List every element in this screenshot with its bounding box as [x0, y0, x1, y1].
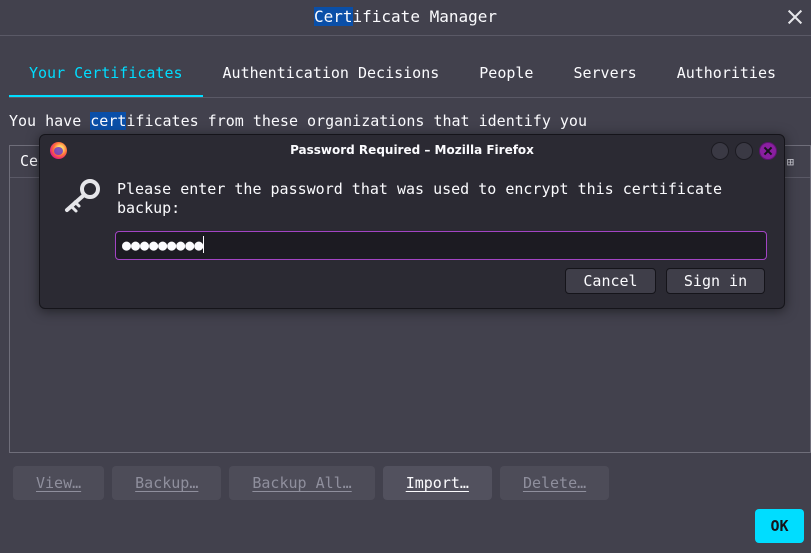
key-icon: [65, 179, 100, 213]
column-picker-icon[interactable]: ⊞: [787, 155, 794, 169]
maximize-button[interactable]: [735, 142, 753, 160]
sign-in-button[interactable]: Sign in: [666, 268, 765, 294]
minimize-button[interactable]: [711, 142, 729, 160]
view-button[interactable]: View…: [13, 466, 105, 500]
backup-all-button[interactable]: Backup All…: [229, 466, 375, 500]
column-header-certificate-name[interactable]: Ce: [20, 152, 38, 170]
delete-button[interactable]: Delete…: [499, 466, 610, 500]
dialog-close-button[interactable]: [759, 142, 777, 160]
text-caret: [203, 236, 205, 253]
tab-authorities[interactable]: Authorities: [657, 52, 796, 97]
certificate-actions: View… Backup… Backup All… Import… Delete…: [13, 466, 610, 500]
import-button[interactable]: Import…: [382, 466, 492, 500]
tab-divider: [9, 97, 811, 98]
window-title: Certificate Manager: [313, 7, 498, 26]
tab-authentication-decisions[interactable]: Authentication Decisions: [203, 52, 460, 97]
password-dialog: Password Required – Mozilla Firefox Plea…: [39, 134, 785, 309]
backup-button[interactable]: Backup…: [112, 466, 222, 500]
ok-button[interactable]: OK: [755, 509, 804, 543]
tab-servers[interactable]: Servers: [553, 52, 656, 97]
password-mask: ●●●●●●●●●: [122, 236, 204, 254]
title-search-highlight: Cert: [313, 7, 353, 26]
cancel-button[interactable]: Cancel: [565, 268, 656, 294]
close-icon[interactable]: [787, 9, 803, 25]
dialog-title: Password Required – Mozilla Firefox: [290, 143, 534, 157]
dialog-message: Please enter the password that was used …: [117, 180, 723, 217]
tab-people[interactable]: People: [459, 52, 553, 97]
intro-search-highlight: cert: [90, 112, 127, 130]
password-input[interactable]: ●●●●●●●●●: [115, 231, 767, 260]
intro-text: You have certificates from these organiz…: [9, 112, 587, 130]
firefox-logo-icon: [50, 142, 67, 159]
window-title-bar: Certificate Manager: [0, 0, 811, 36]
tab-your-certificates[interactable]: Your Certificates: [9, 52, 203, 97]
tab-bar: Your Certificates Authentication Decisio…: [9, 52, 811, 97]
